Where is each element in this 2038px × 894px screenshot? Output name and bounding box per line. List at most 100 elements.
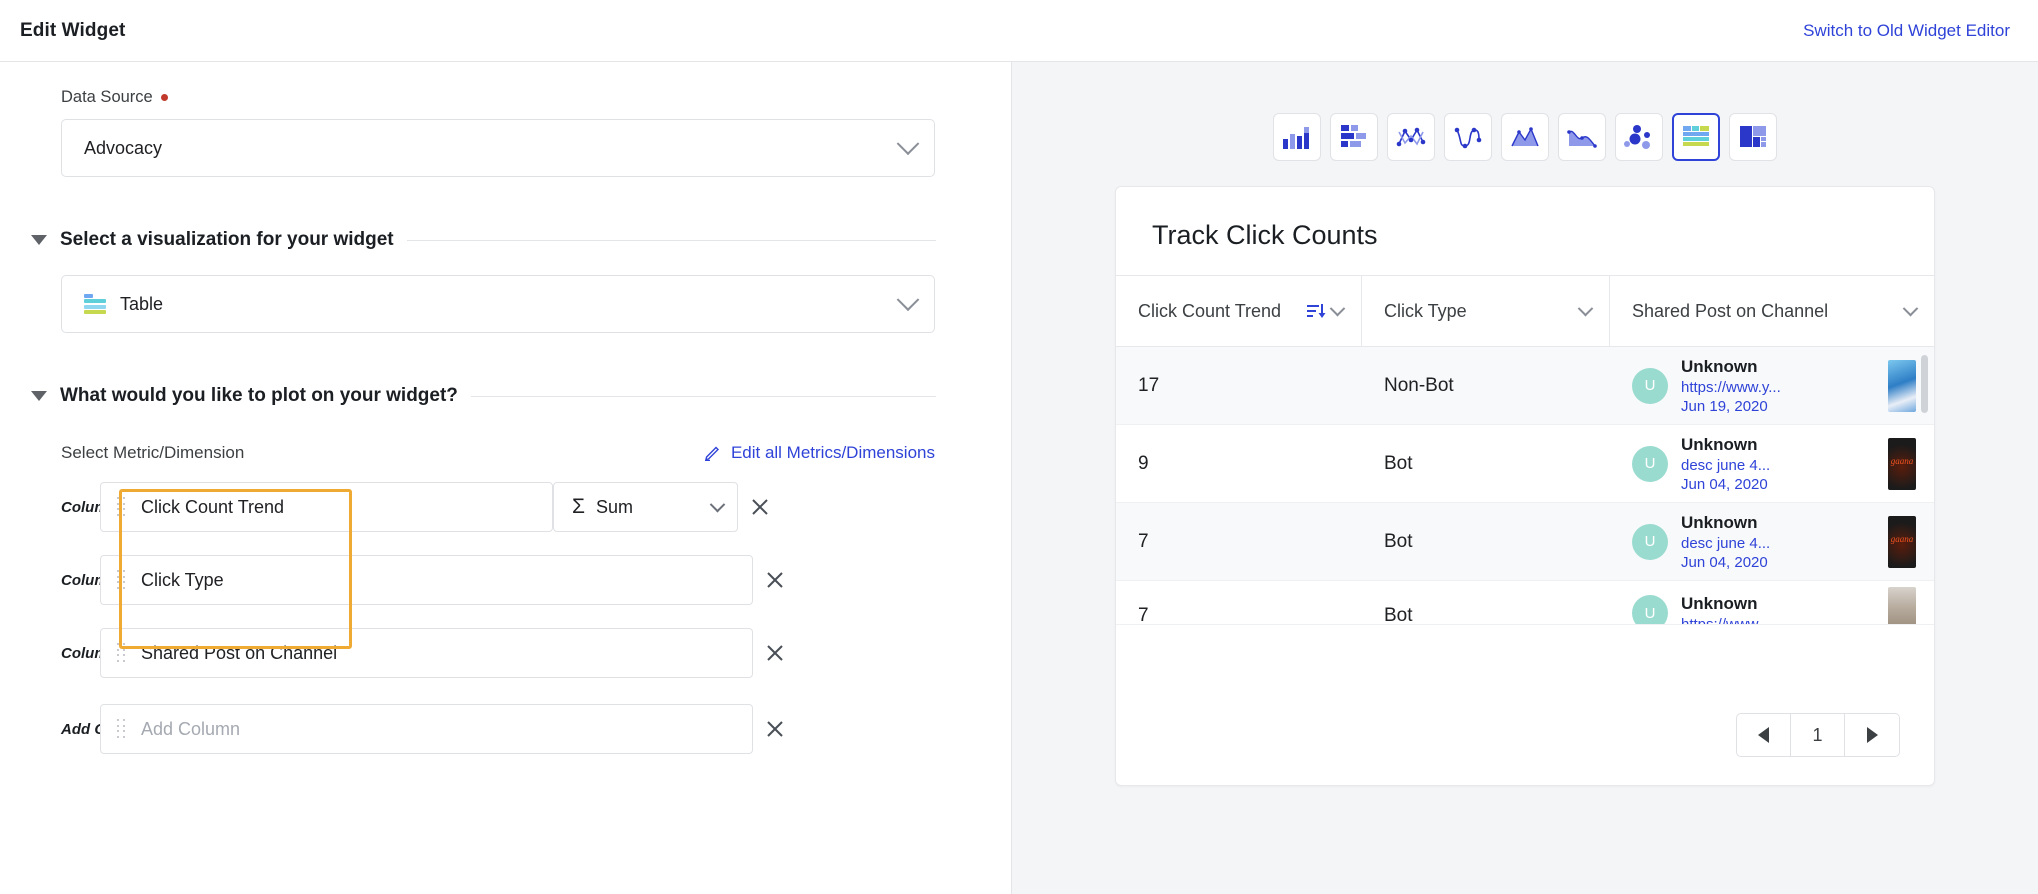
chevron-down-icon[interactable]	[1902, 300, 1919, 316]
column-field-select[interactable]: Shared Post on Channel	[100, 628, 753, 678]
remove-column-button[interactable]	[753, 718, 797, 740]
drag-handle-icon[interactable]	[117, 497, 125, 517]
add-column-tag: Add Column	[61, 720, 150, 738]
table-header-label: Click Count Trend	[1138, 300, 1282, 321]
column-field-select[interactable]: Click Count Trend	[100, 482, 553, 532]
column-row: Column 3 Shared Post on Channel	[0, 624, 1011, 682]
editor-body: Data Source Advocacy Select a visualizat…	[0, 62, 2038, 894]
spline-chart-icon[interactable]	[1444, 113, 1492, 161]
vertical-bar-chart-icon[interactable]	[1273, 113, 1321, 161]
area-chart-icon[interactable]	[1501, 113, 1549, 161]
aggregation-select[interactable]: Σ Sum	[553, 482, 738, 532]
current-page-number[interactable]: 1	[1791, 714, 1845, 756]
click-type-cell: Non-Bot	[1384, 374, 1454, 396]
switch-to-old-widget-editor-link[interactable]: Switch to Old Widget Editor	[1803, 21, 2010, 41]
chevron-down-icon[interactable]	[1577, 300, 1594, 316]
drag-handle-icon[interactable]	[117, 643, 125, 663]
right-preview-panel: Track Click Counts Click Count Trend Cli…	[1011, 62, 2038, 894]
chevron-down-icon[interactable]	[1329, 300, 1346, 316]
post-thumbnail	[1888, 437, 1916, 490]
shared-post-cell: U Unknown desc june 4... Jun 04, 2020	[1610, 425, 1934, 502]
bubble-chart-icon[interactable]	[1615, 113, 1663, 161]
table-chart-icon[interactable]	[1672, 113, 1720, 161]
post-description[interactable]: desc june 4...	[1681, 457, 1875, 474]
collapse-caret-icon[interactable]	[31, 391, 47, 401]
smooth-area-chart-icon[interactable]	[1558, 113, 1606, 161]
sigma-icon: Σ	[572, 495, 585, 518]
close-icon	[767, 572, 783, 588]
remove-column-button[interactable]	[753, 569, 797, 591]
column-field-value: Shared Post on Channel	[141, 642, 338, 663]
column-field-select[interactable]: Click Type	[100, 555, 753, 605]
table-row[interactable]: 7 Bot U Unknown https://www...	[1116, 581, 1934, 625]
table-row[interactable]: 7 Bot U Unknown desc june 4... Jun 04, 2…	[1116, 503, 1934, 581]
post-description[interactable]: desc june 4...	[1681, 535, 1875, 552]
required-dot-icon	[160, 94, 168, 101]
post-date: Jun 19, 2020	[1681, 397, 1768, 415]
column-field-value: Click Count Trend	[141, 496, 285, 517]
remove-column-button[interactable]	[753, 642, 797, 664]
horizontal-bar-chart-icon[interactable]	[1330, 113, 1378, 161]
column-tag: Column 3	[61, 644, 130, 662]
post-date: Jun 04, 2020	[1681, 475, 1768, 493]
next-page-icon	[1866, 727, 1878, 743]
column-rows: Column 1 Click Count Trend Σ Sum Column …	[0, 478, 1011, 758]
plot-section-title: What would you like to plot on your widg…	[60, 385, 458, 406]
chevron-down-icon	[896, 132, 920, 156]
table-header-cell[interactable]: Shared Post on Channel	[1610, 276, 1934, 346]
close-icon	[767, 721, 783, 737]
table-header-label: Shared Post on Channel	[1632, 300, 1829, 321]
pencil-icon	[704, 446, 719, 461]
data-source-value: Advocacy	[84, 137, 163, 158]
edit-all-metrics-dimensions-link[interactable]: Edit all Metrics/Dimensions	[703, 443, 935, 463]
chevron-down-icon	[896, 288, 920, 312]
column-field-value: Click Type	[141, 569, 224, 590]
add-column-row: Add Column Add Column	[0, 700, 1011, 758]
prev-page-icon	[1758, 727, 1769, 743]
click-count-cell: 7	[1138, 605, 1149, 625]
post-author: Unknown	[1681, 434, 1758, 454]
collapse-caret-icon[interactable]	[31, 235, 47, 245]
avatar: U	[1632, 367, 1668, 404]
table-header-cell[interactable]: Click Type	[1362, 276, 1610, 346]
shared-post-cell: U Unknown https://www...	[1610, 581, 1934, 624]
table-header-label: Click Type	[1384, 300, 1467, 321]
drag-handle-icon[interactable]	[117, 719, 125, 739]
next-page-button[interactable]	[1845, 714, 1899, 756]
preview-scrollbar[interactable]	[1921, 355, 1928, 413]
close-icon	[767, 645, 783, 661]
preview-table-rows: 17 Non-Bot U Unknown https://www.y... Ju…	[1116, 347, 1934, 625]
shared-post-cell: U Unknown desc june 4... Jun 04, 2020	[1610, 503, 1934, 580]
remove-column-button[interactable]	[738, 496, 782, 518]
post-author: Unknown	[1681, 356, 1758, 376]
table-row[interactable]: 17 Non-Bot U Unknown https://www.y... Ju…	[1116, 347, 1934, 425]
click-count-cell: 9	[1138, 452, 1149, 474]
visualization-select[interactable]: Table	[61, 275, 935, 333]
avatar: U	[1632, 445, 1668, 482]
drag-handle-icon[interactable]	[117, 570, 125, 590]
post-thumbnail	[1888, 515, 1916, 568]
add-column-field[interactable]: Add Column	[100, 704, 753, 754]
left-config-panel: Data Source Advocacy Select a visualizat…	[0, 62, 1011, 894]
tile-layout-icon[interactable]	[1729, 113, 1777, 161]
table-row[interactable]: 9 Bot U Unknown desc june 4... Jun 04, 2…	[1116, 425, 1934, 503]
preview-table: Click Count Trend Click Type Shared Post…	[1116, 275, 1934, 625]
data-source-label: Data Source	[61, 88, 1011, 107]
select-metric-dimension-label: Select Metric/Dimension	[61, 443, 245, 462]
scatter-line-chart-icon[interactable]	[1387, 113, 1435, 161]
data-source-select[interactable]: Advocacy	[61, 119, 935, 177]
previous-page-button[interactable]	[1737, 714, 1791, 756]
table-header-cell[interactable]: Click Count Trend	[1116, 276, 1362, 346]
avatar: U	[1632, 523, 1668, 560]
section-divider	[406, 239, 936, 241]
visualization-value-wrap: Table	[84, 294, 900, 315]
pagination-control: 1	[1736, 713, 1900, 757]
metric-dimension-header: Select Metric/Dimension Edit all Metrics…	[61, 443, 935, 463]
post-author: Unknown	[1681, 512, 1758, 532]
click-type-cell: Bot	[1384, 530, 1413, 552]
post-description[interactable]: https://www.y...	[1681, 379, 1875, 396]
post-description[interactable]: https://www...	[1681, 616, 1875, 625]
chevron-down-icon	[709, 496, 726, 512]
click-count-cell: 17	[1138, 374, 1160, 396]
sort-descending-icon[interactable]	[1306, 302, 1326, 320]
